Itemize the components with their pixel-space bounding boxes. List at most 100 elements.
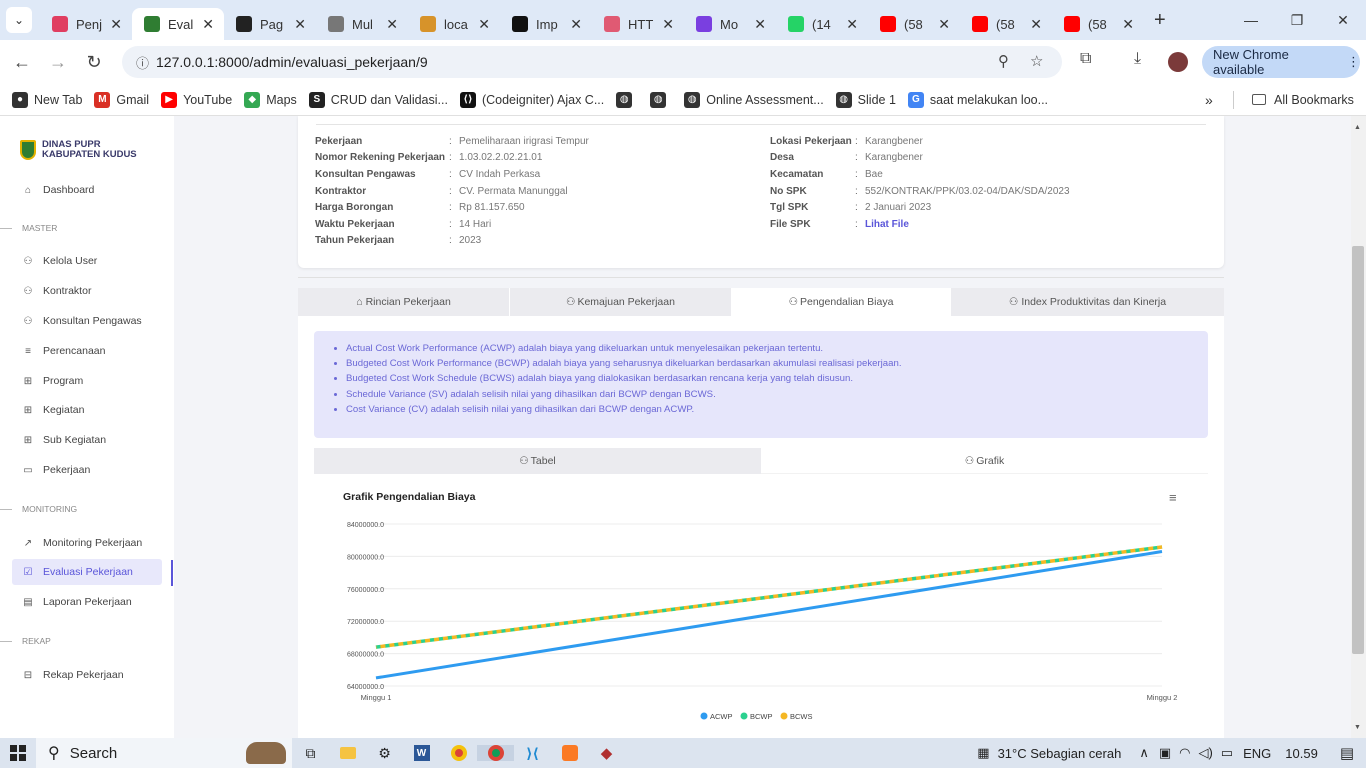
bookmark-star-icon[interactable]: ☆ xyxy=(1030,52,1043,70)
sidebar-item-monitoring[interactable]: ↗ Monitoring Pekerjaan xyxy=(12,530,162,556)
browser-tab[interactable]: Mul ✕ xyxy=(316,8,408,40)
restore-button[interactable]: ❐ xyxy=(1274,0,1320,40)
sidebar-item-konsultan[interactable]: ⚇ Konsultan Pengawas xyxy=(12,308,162,334)
forward-button[interactable]: → xyxy=(40,52,76,73)
close-tab-icon[interactable]: ✕ xyxy=(110,16,122,33)
bookmark-item[interactable]: ◍ xyxy=(650,91,672,108)
close-tab-icon[interactable]: ✕ xyxy=(386,16,398,33)
omnibox[interactable]: ⓘ 127.0.0.1:8000/admin/evaluasi_pekerjaa… xyxy=(122,46,1062,78)
bookmark-item[interactable]: ⟨⟩ (Codeigniter) Ajax C... xyxy=(459,91,604,108)
scrollbar-thumb[interactable] xyxy=(1352,246,1364,654)
git-icon[interactable]: ◆ xyxy=(588,744,625,762)
browser-tab[interactable]: (58 ✕ xyxy=(960,8,1052,40)
bookmark-item[interactable]: ◍ Slide 1 xyxy=(835,91,896,108)
subtab-grafik[interactable]: ⚇ Grafik xyxy=(761,448,1208,474)
scroll-down-icon[interactable]: ▼ xyxy=(1354,724,1361,731)
update-chrome-button[interactable]: New Chrome available ⋮ xyxy=(1202,46,1360,78)
browser-tab[interactable]: Eval ✕ xyxy=(132,8,224,40)
zoom-icon[interactable]: ⚲ xyxy=(998,52,1009,70)
settings-app-icon[interactable]: ⚙ xyxy=(366,745,403,762)
file-spk-link[interactable]: Lihat File xyxy=(865,219,909,230)
xampp-icon[interactable] xyxy=(551,745,588,761)
word-icon[interactable]: W xyxy=(403,745,440,761)
sidebar-item-rekap[interactable]: ⊟ Rekap Pekerjaan xyxy=(12,662,162,688)
site-info-icon[interactable]: ⓘ xyxy=(136,53,156,72)
speaker-icon[interactable]: ◁) xyxy=(1198,745,1212,761)
close-tab-icon[interactable]: ✕ xyxy=(294,16,306,33)
task-view-icon[interactable]: ⧉ xyxy=(292,745,329,762)
close-tab-icon[interactable]: ✕ xyxy=(662,16,674,33)
all-bookmarks-button[interactable]: All Bookmarks xyxy=(1252,93,1354,107)
battery-icon[interactable]: ▭ xyxy=(1221,745,1233,761)
browser-tab[interactable]: Penj ✕ xyxy=(40,8,132,40)
notification-icon[interactable]: ▤ xyxy=(1340,744,1354,762)
vscode-icon[interactable]: ⟩⟨ xyxy=(514,745,551,762)
weather-label[interactable]: 31°C Sebagian cerah xyxy=(998,746,1122,761)
sidebar-item-sub-kegiatan[interactable]: ⊞ Sub Kegiatan xyxy=(12,427,162,453)
browser-tab[interactable]: (58 ✕ xyxy=(1052,8,1144,40)
browser-tab[interactable]: (58 ✕ xyxy=(868,8,960,40)
url-text[interactable]: 127.0.0.1:8000/admin/evaluasi_pekerjaan/… xyxy=(156,54,428,70)
profile-avatar[interactable] xyxy=(1168,52,1188,72)
file-explorer-icon[interactable] xyxy=(329,747,366,759)
tab-rincian[interactable]: ⌂ Rincian Pekerjaan xyxy=(298,288,510,316)
close-tab-icon[interactable]: ✕ xyxy=(1030,16,1042,33)
browser-tab[interactable]: (14 ✕ xyxy=(776,8,868,40)
tray-app-icon[interactable]: ▣ xyxy=(1159,745,1171,761)
bookmarks-overflow-icon[interactable]: » xyxy=(1205,92,1213,108)
browser-tab[interactable]: Imp ✕ xyxy=(500,8,592,40)
sidebar-item-evaluasi[interactable]: ☑ Evaluasi Pekerjaan xyxy=(12,559,162,585)
download-icon[interactable]: ⤓ xyxy=(1134,50,1141,68)
weather-icon[interactable]: ▦ xyxy=(977,745,989,761)
tab-pengendalian[interactable]: ⚇ Pengendalian Biaya xyxy=(732,288,951,316)
close-tab-icon[interactable]: ✕ xyxy=(1122,16,1134,33)
new-tab-button[interactable]: + xyxy=(1154,9,1166,32)
close-window-button[interactable]: ✕ xyxy=(1320,0,1366,40)
sidebar-item-laporan[interactable]: ▤ Laporan Pekerjaan xyxy=(12,589,162,615)
sidebar-item-program[interactable]: ⊞ Program xyxy=(12,368,162,394)
browser-tab[interactable]: loca ✕ xyxy=(408,8,500,40)
sidebar-item-dashboard[interactable]: ⌂ Dashboard xyxy=(12,177,162,203)
sidebar-item-kegiatan[interactable]: ⊞ Kegiatan xyxy=(12,397,162,423)
bookmark-item[interactable]: ◆ Maps xyxy=(244,91,297,108)
browser-tab[interactable]: HTT ✕ xyxy=(592,8,684,40)
sidebar-item-kontraktor[interactable]: ⚇ Kontraktor xyxy=(12,278,162,304)
tab-index[interactable]: ⚇ Index Produktivitas dan Kinerja xyxy=(951,288,1224,316)
scroll-up-icon[interactable]: ▲ xyxy=(1354,124,1361,131)
close-tab-icon[interactable]: ✕ xyxy=(570,16,582,33)
extensions-icon[interactable]: ⧉ xyxy=(1080,50,1091,68)
browser-tab[interactable]: Pag ✕ xyxy=(224,8,316,40)
browser-tab[interactable]: Mo ✕ xyxy=(684,8,776,40)
clock[interactable]: 10.59 xyxy=(1285,746,1318,761)
bookmark-item[interactable]: S CRUD dan Validasi... xyxy=(308,91,448,108)
bookmark-item[interactable]: ◍ xyxy=(616,91,638,108)
close-tab-icon[interactable]: ✕ xyxy=(202,16,214,33)
sidebar-item-perencanaan[interactable]: ≡ Perencanaan xyxy=(12,338,162,364)
page-scrollbar[interactable]: ▲ ▼ xyxy=(1351,116,1366,738)
bookmark-item[interactable]: ▶ YouTube xyxy=(161,91,232,108)
chrome-active-icon[interactable] xyxy=(477,745,514,761)
back-button[interactable]: ← xyxy=(4,52,40,73)
tray-chevron-icon[interactable]: ∧ xyxy=(1139,745,1149,761)
minimize-button[interactable]: — xyxy=(1228,0,1274,40)
subtab-tabel[interactable]: ⚇ Tabel xyxy=(314,448,761,474)
bookmark-item[interactable]: ◍ Online Assessment... xyxy=(684,91,824,108)
sidebar-item-pekerjaan[interactable]: ▭ Pekerjaan xyxy=(12,457,162,483)
reload-button[interactable]: ↻ xyxy=(76,52,112,73)
close-tab-icon[interactable]: ✕ xyxy=(938,16,950,33)
close-tab-icon[interactable]: ✕ xyxy=(754,16,766,33)
bookmark-item[interactable]: M Gmail xyxy=(94,91,149,108)
taskbar-search[interactable]: ⚲ Search xyxy=(36,738,292,768)
bookmark-item[interactable]: Gsaat melakukan loo... xyxy=(907,91,1048,108)
close-tab-icon[interactable]: ✕ xyxy=(478,16,490,33)
tab-search-button[interactable]: ⌄ xyxy=(6,7,32,33)
start-button[interactable] xyxy=(0,745,36,761)
language-indicator[interactable]: ENG xyxy=(1243,746,1271,761)
bookmark-item[interactable]: ● New Tab xyxy=(12,91,82,108)
brand[interactable]: DINAS PUPR KABUPATEN KUDUS xyxy=(20,140,137,160)
chrome-icon[interactable] xyxy=(440,745,477,761)
wifi-icon[interactable]: ◠ xyxy=(1179,745,1190,761)
sidebar-item-kelola-user[interactable]: ⚇ Kelola User xyxy=(12,248,162,274)
tab-kemajuan[interactable]: ⚇ Kemajuan Pekerjaan xyxy=(510,288,732,316)
close-tab-icon[interactable]: ✕ xyxy=(846,16,858,33)
